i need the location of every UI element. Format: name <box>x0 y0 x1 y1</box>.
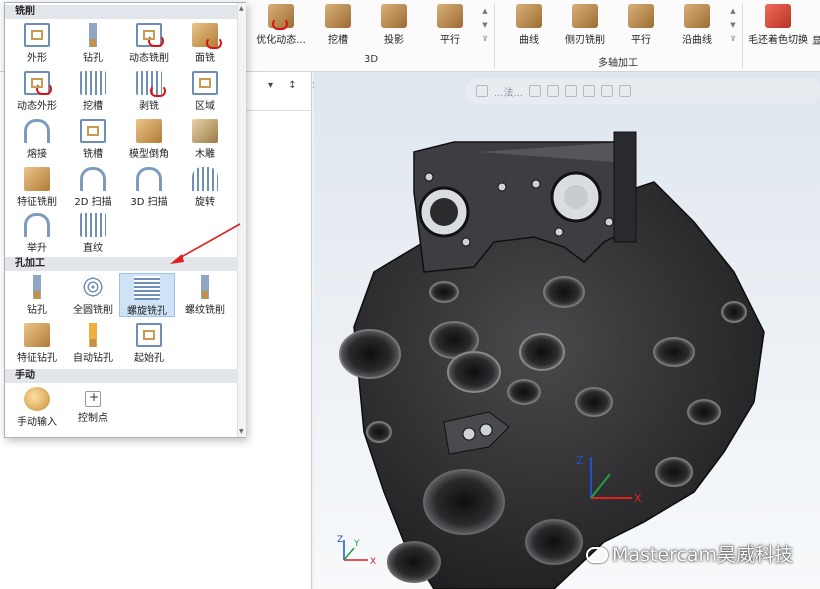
ribbon-stock-shading-button[interactable]: 毛还着色切换 <box>744 4 812 50</box>
peel-mill-icon <box>136 71 166 97</box>
ribbon-separator <box>494 4 495 68</box>
engrave-icon <box>192 119 218 143</box>
tile-auto-drill[interactable]: 自动钻孔 <box>65 321 121 365</box>
face-mill-icon <box>192 23 222 49</box>
graphics-viewport[interactable]: ...法... X Z <box>314 72 820 589</box>
watermark: Mastercam昊威科技 <box>586 540 793 567</box>
ribbon-multiaxis-gallery-scroll[interactable]: ▲ ▼ ⊽ <box>728 4 738 46</box>
ribbon-swarf-button[interactable]: 侧刃铣削 <box>554 4 616 50</box>
model-chamfer-icon <box>136 119 162 143</box>
tile-hole-drill[interactable]: 钻孔 <box>9 273 65 317</box>
origin-z-label: Z <box>576 454 584 467</box>
thread-mill-icon <box>192 275 218 299</box>
tile-feature-mill[interactable]: 特征铣削 <box>9 165 65 209</box>
section-manual: 手动 <box>5 369 237 383</box>
loft-icon <box>24 213 50 237</box>
axis-y-label: Y <box>353 539 360 549</box>
sweep-3d-icon <box>136 167 162 191</box>
tile-face-mill[interactable]: 面铣 <box>177 21 233 65</box>
ribbon-along-curve-button[interactable]: 沿曲线 <box>666 4 728 50</box>
tile-control-point[interactable]: 控制点 <box>65 385 121 429</box>
ribbon-3d-gallery-scroll[interactable]: ▲ ▼ ⊽ <box>480 4 490 46</box>
ribbon-multiaxis-parallel-button[interactable]: 平行 <box>610 4 672 50</box>
tile-model-chamfer[interactable]: 模型倒角 <box>121 117 177 161</box>
area-icon <box>192 71 218 95</box>
blend-icon <box>24 119 50 143</box>
feature-mill-icon <box>24 167 50 191</box>
parallel-icon <box>628 4 654 28</box>
tile-area[interactable]: 区域 <box>177 69 233 113</box>
sweep-2d-icon <box>80 167 106 191</box>
ribbon-edge-label: 显 <box>812 36 820 47</box>
tile-dynamic-contour[interactable]: 动态外形 <box>9 69 65 113</box>
group-label-3d: 3D <box>364 54 379 65</box>
ribbon-separator <box>742 4 743 68</box>
swarf-icon <box>572 4 598 28</box>
slot-mill-icon <box>80 119 106 143</box>
panel-divider <box>240 110 312 111</box>
parallel-icon <box>437 4 463 28</box>
tile-blend[interactable]: 熔接 <box>9 117 65 161</box>
tile-peel-mill[interactable]: 剥铣 <box>121 69 177 113</box>
group-label-multiaxis: 多轴加工 <box>598 58 638 69</box>
optimized-dynamic-icon <box>268 4 294 30</box>
tile-sweep-3d[interactable]: 3D 扫描 <box>121 165 177 209</box>
ribbon-project-button[interactable]: 投影 <box>363 4 425 50</box>
axis-x-label: X <box>370 557 376 567</box>
tile-sweep-2d[interactable]: 2D 扫描 <box>65 165 121 209</box>
section-milling: 铣削 <box>5 5 237 19</box>
pocket-icon <box>325 4 351 28</box>
annotation-arrow-icon <box>170 223 241 264</box>
manual-entry-icon <box>24 387 50 411</box>
ruled-icon <box>80 213 106 237</box>
tile-feature-drill[interactable]: 特征钻孔 <box>9 321 65 365</box>
scroll-down-icon[interactable]: ▼ <box>239 428 244 435</box>
feature-drill-icon <box>24 323 50 347</box>
pocket-icon <box>80 71 106 95</box>
axis-z-label: Z <box>337 535 343 545</box>
drill-icon <box>24 275 50 299</box>
stock-shading-icon <box>765 4 791 28</box>
ribbon-curve-button[interactable]: 曲线 <box>498 4 560 50</box>
drill-icon <box>80 23 106 47</box>
ribbon-parallel-button[interactable]: 平行 <box>419 4 481 50</box>
tile-thread-mill[interactable]: 螺纹铣削 <box>177 273 233 317</box>
control-point-icon <box>85 390 101 407</box>
tile-helix-bore[interactable]: 螺旋铣孔 <box>119 273 175 317</box>
wechat-icon <box>586 547 608 563</box>
helix-bore-icon <box>134 276 160 300</box>
tile-revolve[interactable]: 旋转 <box>177 165 233 209</box>
tile-manual-entry[interactable]: 手动输入 <box>9 385 65 429</box>
dynamic-mill-icon <box>136 23 164 47</box>
tile-engrave[interactable]: 木雕 <box>177 117 233 161</box>
project-icon <box>381 4 407 28</box>
ribbon-optimized-dynamic-button[interactable]: 优化动态... <box>250 4 312 50</box>
auto-drill-icon <box>80 323 106 347</box>
circle-mill-icon <box>81 275 105 299</box>
along-curve-icon <box>684 4 710 28</box>
start-hole-icon <box>136 323 162 347</box>
tile-circle-mill[interactable]: 全圆铣削 <box>65 273 121 317</box>
tile-dynamic-mill[interactable]: 动态铣削 <box>121 21 177 65</box>
tile-loft[interactable]: 举升 <box>9 211 65 255</box>
tile-start-hole[interactable]: 起始孔 <box>121 321 177 365</box>
curve-icon <box>516 4 542 28</box>
tile-drill[interactable]: 钻孔 <box>65 21 121 65</box>
revolve-icon <box>192 167 218 191</box>
ribbon-pocket-button[interactable]: 挖槽 <box>307 4 369 50</box>
tile-contour[interactable]: 外形 <box>9 21 65 65</box>
tile-slot-mill[interactable]: 铣槽 <box>65 117 121 161</box>
contour-icon <box>24 23 50 47</box>
scroll-up-icon[interactable]: ▲ <box>239 5 244 12</box>
tile-pocket[interactable]: 挖槽 <box>65 69 121 113</box>
dynamic-contour-icon <box>24 71 52 95</box>
view-axis-indicator: X Z Y <box>337 535 376 567</box>
cad-part-model[interactable]: X Z <box>314 72 820 589</box>
origin-x-label: X <box>634 492 642 505</box>
tile-ruled[interactable]: 直纹 <box>65 211 121 255</box>
